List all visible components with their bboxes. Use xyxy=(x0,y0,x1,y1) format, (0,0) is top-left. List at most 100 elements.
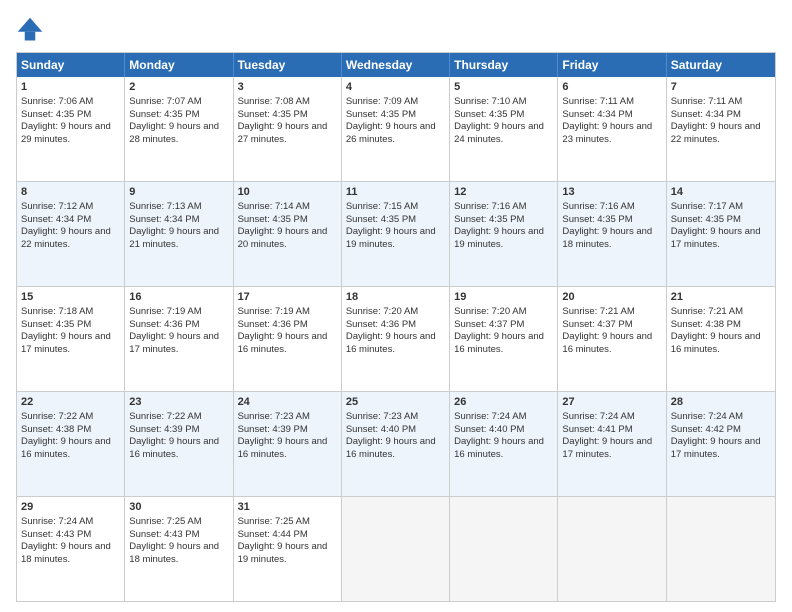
week-row-3: 15Sunrise: 7:18 AMSunset: 4:35 PMDayligh… xyxy=(17,287,775,392)
sunrise-text: Sunrise: 7:16 AM xyxy=(454,201,526,212)
day-number: 4 xyxy=(346,80,445,95)
day-cell-27: 27Sunrise: 7:24 AMSunset: 4:41 PMDayligh… xyxy=(558,392,666,496)
daylight-text: Daylight: 9 hours and 16 minutes. xyxy=(238,331,328,355)
empty-cell xyxy=(558,497,666,601)
daylight-text: Daylight: 9 hours and 17 minutes. xyxy=(129,331,219,355)
day-cell-26: 26Sunrise: 7:24 AMSunset: 4:40 PMDayligh… xyxy=(450,392,558,496)
week-row-2: 8Sunrise: 7:12 AMSunset: 4:34 PMDaylight… xyxy=(17,182,775,287)
logo-icon xyxy=(16,16,44,44)
sunset-text: Sunset: 4:35 PM xyxy=(21,109,91,120)
daylight-text: Daylight: 9 hours and 19 minutes. xyxy=(454,226,544,250)
day-number: 13 xyxy=(562,185,661,200)
header-day-wednesday: Wednesday xyxy=(342,53,450,77)
sunset-text: Sunset: 4:35 PM xyxy=(21,319,91,330)
sunrise-text: Sunrise: 7:13 AM xyxy=(129,201,201,212)
sunset-text: Sunset: 4:34 PM xyxy=(129,214,199,225)
day-cell-6: 6Sunrise: 7:11 AMSunset: 4:34 PMDaylight… xyxy=(558,77,666,181)
day-number: 9 xyxy=(129,185,228,200)
sunset-text: Sunset: 4:35 PM xyxy=(346,109,416,120)
day-cell-31: 31Sunrise: 7:25 AMSunset: 4:44 PMDayligh… xyxy=(234,497,342,601)
day-cell-28: 28Sunrise: 7:24 AMSunset: 4:42 PMDayligh… xyxy=(667,392,775,496)
day-cell-7: 7Sunrise: 7:11 AMSunset: 4:34 PMDaylight… xyxy=(667,77,775,181)
daylight-text: Daylight: 9 hours and 22 minutes. xyxy=(21,226,111,250)
daylight-text: Daylight: 9 hours and 19 minutes. xyxy=(346,226,436,250)
day-cell-8: 8Sunrise: 7:12 AMSunset: 4:34 PMDaylight… xyxy=(17,182,125,286)
header-day-thursday: Thursday xyxy=(450,53,558,77)
sunset-text: Sunset: 4:35 PM xyxy=(454,109,524,120)
daylight-text: Daylight: 9 hours and 17 minutes. xyxy=(671,436,761,460)
daylight-text: Daylight: 9 hours and 18 minutes. xyxy=(129,541,219,565)
day-number: 27 xyxy=(562,395,661,410)
header-day-monday: Monday xyxy=(125,53,233,77)
day-number: 14 xyxy=(671,185,771,200)
sunrise-text: Sunrise: 7:23 AM xyxy=(238,411,310,422)
daylight-text: Daylight: 9 hours and 16 minutes. xyxy=(346,331,436,355)
day-cell-1: 1Sunrise: 7:06 AMSunset: 4:35 PMDaylight… xyxy=(17,77,125,181)
day-number: 21 xyxy=(671,290,771,305)
sunset-text: Sunset: 4:37 PM xyxy=(562,319,632,330)
empty-cell xyxy=(342,497,450,601)
day-cell-23: 23Sunrise: 7:22 AMSunset: 4:39 PMDayligh… xyxy=(125,392,233,496)
daylight-text: Daylight: 9 hours and 19 minutes. xyxy=(238,541,328,565)
sunrise-text: Sunrise: 7:18 AM xyxy=(21,306,93,317)
day-number: 31 xyxy=(238,500,337,515)
day-number: 7 xyxy=(671,80,771,95)
daylight-text: Daylight: 9 hours and 27 minutes. xyxy=(238,121,328,145)
day-cell-2: 2Sunrise: 7:07 AM Sunset: 4:35 PMDaylight… xyxy=(125,77,233,181)
sunrise-text: Sunrise: 7:24 AM xyxy=(21,516,93,527)
header-day-tuesday: Tuesday xyxy=(234,53,342,77)
daylight-text: Daylight: 9 hours and 24 minutes. xyxy=(454,121,544,145)
day-number: 25 xyxy=(346,395,445,410)
daylight-text: Daylight: 9 hours and 17 minutes. xyxy=(21,331,111,355)
day-cell-3: 3Sunrise: 7:08 AMSunset: 4:35 PMDaylight… xyxy=(234,77,342,181)
sunrise-text: Sunrise: 7:07 AM xyxy=(129,96,201,107)
sunrise-text: Sunrise: 7:19 AM xyxy=(238,306,310,317)
sunrise-text: Sunrise: 7:09 AM xyxy=(346,96,418,107)
sunrise-text: Sunrise: 7:15 AM xyxy=(346,201,418,212)
day-cell-20: 20Sunrise: 7:21 AMSunset: 4:37 PMDayligh… xyxy=(558,287,666,391)
day-cell-12: 12Sunrise: 7:16 AMSunset: 4:35 PMDayligh… xyxy=(450,182,558,286)
empty-cell xyxy=(667,497,775,601)
sunrise-text: Sunrise: 7:22 AM xyxy=(129,411,201,422)
daylight-text: Daylight: 9 hours and 26 minutes. xyxy=(346,121,436,145)
day-number: 30 xyxy=(129,500,228,515)
day-number: 2 xyxy=(129,80,228,95)
sunrise-text: Sunrise: 7:06 AM xyxy=(21,96,93,107)
daylight-text: Daylight: 9 hours and 16 minutes. xyxy=(129,436,219,460)
day-number: 28 xyxy=(671,395,771,410)
daylight-text: Daylight: 9 hours and 28 minutes. xyxy=(129,121,219,145)
sunset-text: Sunset: 4:38 PM xyxy=(21,424,91,435)
sunset-text: Sunset: 4:40 PM xyxy=(454,424,524,435)
day-cell-29: 29Sunrise: 7:24 AMSunset: 4:43 PMDayligh… xyxy=(17,497,125,601)
day-number: 24 xyxy=(238,395,337,410)
week-row-1: 1Sunrise: 7:06 AMSunset: 4:35 PMDaylight… xyxy=(17,77,775,182)
sunset-text: Sunset: 4:41 PM xyxy=(562,424,632,435)
sunset-text: Sunset: 4:40 PM xyxy=(346,424,416,435)
sunrise-text: Sunrise: 7:20 AM xyxy=(346,306,418,317)
sunrise-text: Sunrise: 7:21 AM xyxy=(671,306,743,317)
daylight-text: Daylight: 9 hours and 16 minutes. xyxy=(454,331,544,355)
sunset-text: Sunset: 4:35 PM xyxy=(129,109,199,120)
calendar-header: SundayMondayTuesdayWednesdayThursdayFrid… xyxy=(17,53,775,77)
day-number: 6 xyxy=(562,80,661,95)
sunset-text: Sunset: 4:37 PM xyxy=(454,319,524,330)
sunrise-text: Sunrise: 7:19 AM xyxy=(129,306,201,317)
daylight-text: Daylight: 9 hours and 16 minutes. xyxy=(346,436,436,460)
day-number: 11 xyxy=(346,185,445,200)
daylight-text: Daylight: 9 hours and 16 minutes. xyxy=(454,436,544,460)
daylight-text: Daylight: 9 hours and 17 minutes. xyxy=(671,226,761,250)
daylight-text: Daylight: 9 hours and 18 minutes. xyxy=(21,541,111,565)
sunset-text: Sunset: 4:35 PM xyxy=(562,214,632,225)
sunset-text: Sunset: 4:35 PM xyxy=(454,214,524,225)
sunset-text: Sunset: 4:35 PM xyxy=(671,214,741,225)
sunrise-text: Sunrise: 7:24 AM xyxy=(671,411,743,422)
daylight-text: Daylight: 9 hours and 17 minutes. xyxy=(562,436,652,460)
daylight-text: Daylight: 9 hours and 23 minutes. xyxy=(562,121,652,145)
day-cell-5: 5Sunrise: 7:10 AMSunset: 4:35 PMDaylight… xyxy=(450,77,558,181)
sunrise-text: Sunrise: 7:11 AM xyxy=(671,96,743,107)
calendar-body: 1Sunrise: 7:06 AMSunset: 4:35 PMDaylight… xyxy=(17,77,775,601)
sunset-text: Sunset: 4:34 PM xyxy=(671,109,741,120)
daylight-text: Daylight: 9 hours and 18 minutes. xyxy=(562,226,652,250)
day-number: 26 xyxy=(454,395,553,410)
sunset-text: Sunset: 4:35 PM xyxy=(238,109,308,120)
